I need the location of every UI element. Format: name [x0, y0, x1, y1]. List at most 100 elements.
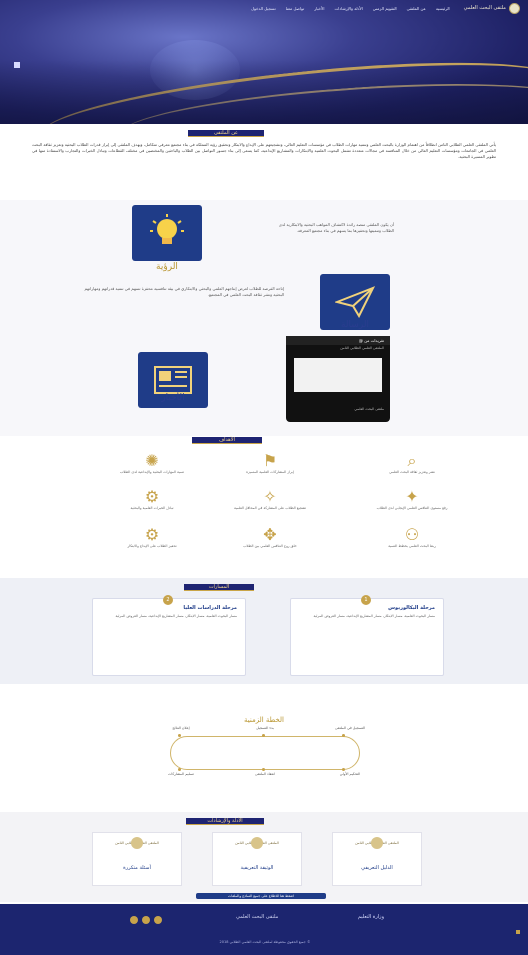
footer-logo[interactable]: ملتقى البحث العلمي: [236, 914, 278, 920]
goal-item: ⚙ تحفيز الطلاب على الإبداع والابتكار: [92, 526, 212, 558]
news-label: الأخبار: [161, 393, 185, 403]
nav-item-timeline[interactable]: التقويم الزمني: [373, 6, 397, 11]
timeline-item: التسجيل في الملتقى: [335, 726, 365, 730]
nav-menu: الرئيسية عن الملتقى التقويم الزمني الأدل…: [251, 6, 450, 11]
nav-item-home[interactable]: الرئيسية: [436, 6, 450, 11]
twitter-feed[interactable]: تغريدات من @ الملتقى العلمي الطلابي الثا…: [286, 336, 390, 422]
goal-item: ⚇ ربط البحث العلمي بخطط التنمية: [352, 526, 472, 558]
nav-item-contact[interactable]: تواصل معنا: [286, 6, 305, 11]
program-title: مرحلة البكالوريوس: [388, 605, 435, 611]
goal-text: إبراز المشاركات العلمية المتميزة: [246, 470, 294, 474]
lightbulb-icon: ✺: [145, 451, 159, 470]
nav-item-login[interactable]: تسجيل الدخول: [251, 6, 276, 11]
timeline-dot: [262, 734, 265, 737]
timeline-title: الخطة الزمنية: [244, 716, 284, 724]
instagram-icon[interactable]: [142, 916, 150, 924]
goal-item: ✦ رفع مستوى التنافس العلمي الإيجابي لدى …: [352, 488, 472, 520]
guide-card-label: أسئلة متكررة: [123, 865, 151, 871]
guide-card[interactable]: الملتقى العلمي الطلابي الثامن الدليل الت…: [332, 832, 422, 886]
program-badge: 2: [163, 595, 173, 605]
programs-section-title: المسارات: [184, 584, 254, 591]
timeline-dot: [342, 734, 345, 737]
timeline-dot: [178, 768, 181, 771]
youtube-icon[interactable]: [130, 916, 138, 924]
nav-item-guides[interactable]: الأدلة والإرشادات: [334, 6, 362, 11]
paper-plane-icon: [335, 286, 375, 318]
tweet-line: ملتقى البحث العلمي: [354, 407, 384, 411]
goal-text: تحفيز الطلاب على الإبداع والابتكار: [127, 544, 177, 548]
programs-band: [0, 578, 528, 684]
goal-item: ✧ تشجيع الطلاب على المشاركة في المحافل ا…: [210, 488, 330, 520]
goal-text: ربط البحث العلمي بخطط التنمية: [388, 544, 436, 548]
goal-text: تشجيع الطلاب على المشاركة في المحافل الع…: [233, 506, 307, 510]
flag-icon: ⚑: [262, 451, 278, 470]
newspaper-icon: [154, 366, 192, 394]
goal-text: تنمية المهارات البحثية والإبداعية لدى ال…: [120, 470, 184, 474]
goal-item: ✺ تنمية المهارات البحثية والإبداعية لدى …: [92, 452, 212, 484]
mission-text: إتاحة الفرصة للطلاب لعرض إنتاجهم العلمي …: [84, 286, 285, 297]
network-icon: ✧: [263, 487, 277, 506]
emblem-icon: [251, 837, 263, 849]
timeline-item: تسليم المشاركات: [168, 772, 194, 776]
guides-section-title: الأدلة والإرشادات: [186, 818, 264, 825]
program-text: مسار البحوث العلمية، مسار الابتكار، مسار…: [313, 614, 435, 618]
nav-item-news[interactable]: الأخبار: [314, 6, 324, 11]
goal-item: ✥ خلق روح التنافس العلمي بين الطلاب: [210, 526, 330, 558]
timeline-item: بدء التسجيل: [256, 726, 274, 730]
timeline-path: [170, 736, 360, 770]
hero-banner: ملتقى البحث العلمي الرئيسية عن الملتقى ا…: [0, 0, 528, 124]
social-links: [130, 916, 162, 924]
guide-card-label: الوثيقة التعريفية: [240, 865, 274, 871]
navbar: ملتقى البحث العلمي الرئيسية عن الملتقى ا…: [0, 0, 528, 16]
copyright-text: © جميع الحقوق محفوظة لملتقى البحث العلمي…: [219, 940, 311, 944]
scroll-to-top-button[interactable]: [516, 930, 520, 934]
goal-text: تبادل الخبرات العلمية والبحثية: [130, 506, 174, 510]
timeline-item: التحكيم الأولي: [339, 772, 361, 776]
emblem-icon: [131, 837, 143, 849]
tweet-line: الملتقى العلمي الطلابي الثامن: [340, 346, 384, 350]
guide-card[interactable]: الملتقى العلمي الطلابي الثامن الوثيقة ال…: [212, 832, 302, 886]
footer: ملتقى البحث العلمي وزارة التعليم © جميع …: [0, 904, 528, 955]
tweet-image[interactable]: [294, 358, 382, 392]
gears-icon: ⚙: [144, 487, 160, 506]
about-section-title: عن الملتقى: [188, 130, 264, 137]
goal-item: ⚑ إبراز المشاركات العلمية المتميزة: [210, 452, 330, 484]
timeline-item: انعقاد الملتقى: [254, 772, 276, 776]
program-badge: 1: [361, 595, 371, 605]
nav-item-about[interactable]: عن الملتقى: [407, 6, 426, 11]
team-icon: ⚙: [144, 525, 160, 544]
vision-text: أن يكون الملتقى منصة رائدة لاكتشاف الموا…: [278, 222, 394, 233]
handshake-icon: ✦: [405, 487, 419, 506]
goals-section-title: الأهداف: [192, 437, 262, 444]
goal-item: ⚙ تبادل الخبرات العلمية والبحثية: [92, 488, 212, 520]
ministry-logo[interactable]: وزارة التعليم: [358, 914, 384, 920]
logo-emblem-icon: [509, 2, 520, 14]
goal-text: خلق روح التنافس العلمي بين الطلاب: [243, 544, 297, 548]
timeline-item: إعلان النتائج: [172, 726, 190, 730]
goals-grid: ⌕ نشر وتعزيز ثقافة البحث العلمي ⚑ إبراز …: [0, 450, 528, 570]
goal-text: نشر وتعزيز ثقافة البحث العلمي: [389, 470, 435, 474]
all-forms-button[interactable]: اضغط هنا للاطلاع على جميع النماذج والملف…: [196, 893, 326, 899]
timeline-dot: [262, 768, 265, 771]
logo-text: ملتقى البحث العلمي: [463, 5, 506, 11]
vision-label: الرؤية: [156, 262, 178, 272]
goal-text: رفع مستوى التنافس العلمي الإيجابي لدى ال…: [376, 506, 448, 510]
guide-card-label: الدليل التعريفي: [361, 865, 393, 871]
goal-item: ⌕ نشر وتعزيز ثقافة البحث العلمي: [352, 452, 472, 484]
slider-indicator-icon[interactable]: [14, 62, 20, 68]
twitter-feed-header: تغريدات من @: [286, 336, 390, 345]
vision-mission-band: [0, 200, 528, 436]
page: ملتقى البحث العلمي الرئيسية عن الملتقى ا…: [0, 0, 528, 955]
program-card[interactable]: 2 مرحلة الدراسات العليا مسار البحوث العل…: [92, 595, 246, 676]
timeline: التسجيل في الملتقى بدء التسجيل إعلان الن…: [150, 726, 380, 778]
timeline-dot: [178, 734, 181, 737]
mission-label: الرسالة: [340, 320, 370, 330]
collaboration-icon: ⚇: [404, 525, 420, 544]
program-card[interactable]: 1 مرحلة البكالوريوس مسار البحوث العلمية،…: [290, 595, 444, 676]
magnifier-icon: ⌕: [407, 451, 417, 470]
site-logo[interactable]: ملتقى البحث العلمي: [463, 2, 520, 14]
emblem-icon: [371, 837, 383, 849]
about-text: يأتي الملتقى العلمي الطلابي الثامن انطلا…: [32, 142, 496, 159]
twitter-icon[interactable]: [154, 916, 162, 924]
guide-card[interactable]: الملتقى العلمي الطلابي الثامن أسئلة متكر…: [92, 832, 182, 886]
